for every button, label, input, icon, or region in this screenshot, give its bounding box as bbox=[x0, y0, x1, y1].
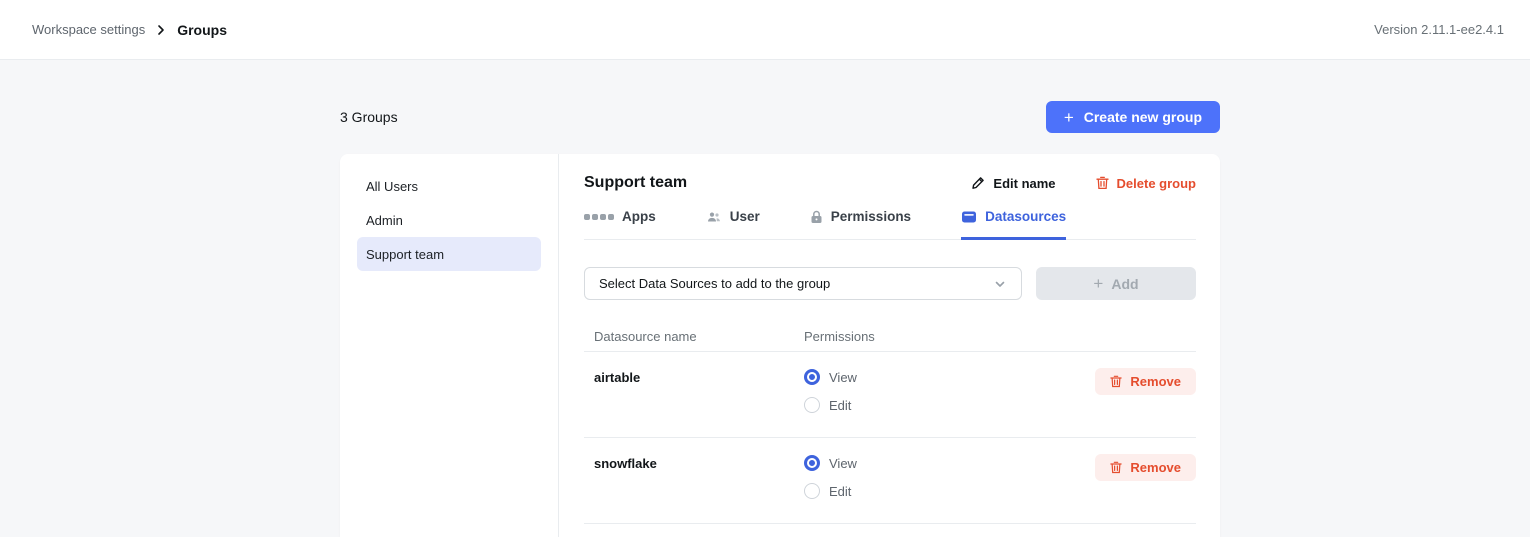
datasource-select-value: Select Data Sources to add to the group bbox=[599, 276, 830, 291]
group-item-all-users[interactable]: All Users bbox=[357, 169, 541, 203]
users-icon bbox=[706, 210, 722, 224]
tab-permissions[interactable]: Permissions bbox=[810, 209, 911, 240]
create-new-group-label: Create new group bbox=[1084, 109, 1202, 125]
radio-selected-icon[interactable] bbox=[804, 369, 820, 385]
delete-group-label: Delete group bbox=[1117, 176, 1196, 191]
lock-icon bbox=[810, 210, 823, 224]
group-item-support-team[interactable]: Support team bbox=[357, 237, 541, 271]
remove-datasource-button[interactable]: Remove bbox=[1095, 368, 1196, 395]
datasource-select-row: Select Data Sources to add to the group … bbox=[584, 267, 1196, 300]
top-bar: Workspace settings Groups Version 2.11.1… bbox=[0, 0, 1530, 60]
pencil-icon bbox=[971, 176, 985, 190]
group-item-label: Admin bbox=[366, 213, 403, 228]
table-header-row: Datasource name Permissions bbox=[584, 321, 1196, 352]
group-list: All Users Admin Support team bbox=[340, 154, 558, 537]
panel-header: Support team Edit name Delet bbox=[584, 174, 1196, 192]
permission-radio-group: View Edit bbox=[804, 368, 857, 414]
remove-label: Remove bbox=[1130, 374, 1181, 389]
version-label: Version 2.11.1-ee2.4.1 bbox=[1374, 22, 1504, 37]
datasource-name: snowflake bbox=[584, 454, 804, 471]
radio-edit-label: Edit bbox=[829, 398, 851, 413]
radio-unselected-icon[interactable] bbox=[804, 397, 820, 413]
breadcrumb-workspace-settings[interactable]: Workspace settings bbox=[32, 22, 145, 37]
group-item-admin[interactable]: Admin bbox=[357, 203, 541, 237]
radio-edit[interactable]: Edit bbox=[804, 396, 857, 414]
group-title: Support team bbox=[584, 174, 971, 192]
tab-label: User bbox=[730, 209, 760, 224]
groups-toolbar: 3 Groups + Create new group bbox=[340, 101, 1220, 133]
tab-label: Permissions bbox=[831, 209, 911, 224]
datasources-table: Datasource name Permissions airtable Vie… bbox=[584, 321, 1196, 524]
group-item-label: All Users bbox=[366, 179, 418, 194]
table-row: airtable View Edit bbox=[584, 352, 1196, 438]
edit-name-button[interactable]: Edit name bbox=[971, 176, 1055, 191]
edit-name-label: Edit name bbox=[993, 176, 1055, 191]
radio-selected-icon[interactable] bbox=[804, 455, 820, 471]
trash-icon bbox=[1096, 176, 1109, 190]
delete-group-button[interactable]: Delete group bbox=[1096, 176, 1196, 191]
tab-datasources[interactable]: Datasources bbox=[961, 209, 1066, 240]
radio-unselected-icon[interactable] bbox=[804, 483, 820, 499]
breadcrumb-groups: Groups bbox=[177, 22, 227, 38]
groups-card: All Users Admin Support team Support tea… bbox=[340, 154, 1220, 537]
column-header-datasource-name: Datasource name bbox=[584, 329, 804, 344]
database-icon bbox=[961, 210, 977, 224]
radio-edit-label: Edit bbox=[829, 484, 851, 499]
chevron-down-icon bbox=[993, 277, 1007, 291]
plus-icon: + bbox=[1093, 275, 1103, 292]
radio-edit[interactable]: Edit bbox=[804, 482, 857, 500]
tab-user[interactable]: User bbox=[706, 209, 760, 240]
remove-label: Remove bbox=[1130, 460, 1181, 475]
breadcrumb: Workspace settings Groups bbox=[32, 22, 227, 38]
remove-datasource-button[interactable]: Remove bbox=[1095, 454, 1196, 481]
radio-view-label: View bbox=[829, 456, 857, 471]
tab-apps[interactable]: Apps bbox=[584, 209, 656, 240]
datasource-select[interactable]: Select Data Sources to add to the group bbox=[584, 267, 1022, 300]
datasource-name: airtable bbox=[584, 368, 804, 385]
table-row: snowflake View Edit bbox=[584, 438, 1196, 524]
radio-view-label: View bbox=[829, 370, 857, 385]
add-button-label: Add bbox=[1111, 276, 1138, 292]
apps-grid-icon bbox=[584, 214, 614, 220]
radio-view[interactable]: View bbox=[804, 368, 857, 386]
radio-view[interactable]: View bbox=[804, 454, 857, 472]
groups-count: 3 Groups bbox=[340, 109, 398, 125]
tab-label: Apps bbox=[622, 209, 656, 224]
trash-icon bbox=[1110, 461, 1122, 474]
group-tabs: Apps User Permissions bbox=[584, 209, 1196, 240]
permission-radio-group: View Edit bbox=[804, 454, 857, 500]
tab-label: Datasources bbox=[985, 209, 1066, 224]
groups-page: 3 Groups + Create new group All Users Ad… bbox=[0, 60, 1530, 537]
plus-icon: + bbox=[1064, 109, 1074, 126]
trash-icon bbox=[1110, 375, 1122, 388]
column-header-permissions: Permissions bbox=[804, 329, 875, 344]
chevron-right-icon bbox=[155, 24, 167, 36]
group-detail-panel: Support team Edit name Delet bbox=[558, 154, 1220, 537]
create-new-group-button[interactable]: + Create new group bbox=[1046, 101, 1220, 133]
group-item-label: Support team bbox=[366, 247, 444, 262]
add-button[interactable]: + Add bbox=[1036, 267, 1196, 300]
